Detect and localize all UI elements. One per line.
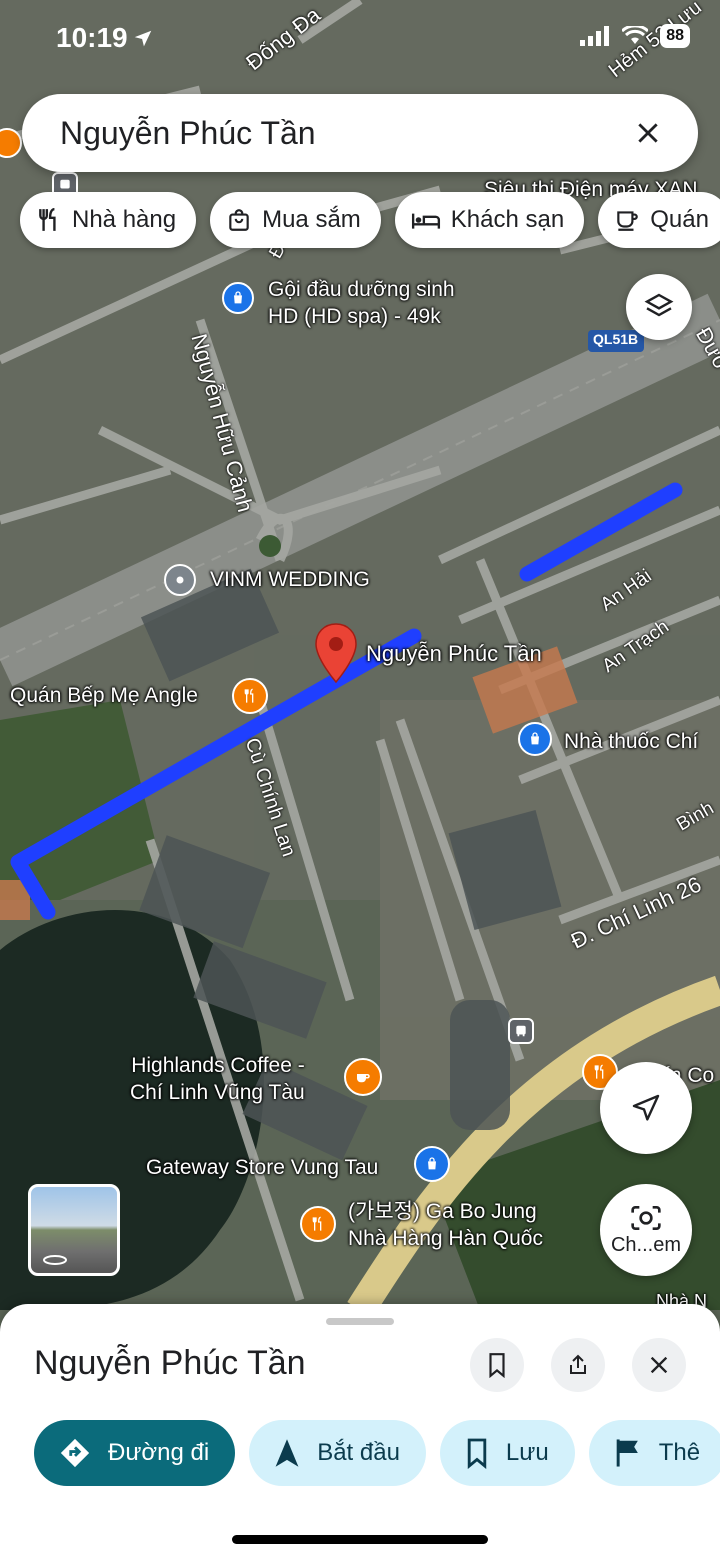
close-sheet-button[interactable] bbox=[632, 1338, 686, 1392]
cafe-pin-icon[interactable] bbox=[344, 1058, 382, 1096]
status-time: 10:19 bbox=[56, 22, 128, 53]
chip-restaurants[interactable]: Nhà hàng bbox=[20, 192, 197, 248]
wifi-icon bbox=[622, 26, 649, 44]
navigation-arrow-icon bbox=[275, 1439, 299, 1467]
camera-label: Ch...em bbox=[610, 1233, 682, 1256]
save-label: Lưu bbox=[505, 1439, 549, 1466]
battery-indicator: 88 bbox=[660, 24, 690, 48]
place-label-goi-dau[interactable]: Gội đầu dưỡng sinh HD (HD spa) - 49k bbox=[268, 276, 455, 331]
start-button[interactable]: Bắt đầu bbox=[249, 1420, 426, 1486]
highway-badge-ql51b: QL51B bbox=[593, 331, 639, 347]
chip-label: Nhà hàng bbox=[72, 206, 177, 233]
place-label-highlands[interactable]: Highlands Coffee - Chí Linh Vũng Tàu bbox=[130, 1052, 305, 1107]
directions-icon bbox=[60, 1438, 90, 1468]
shopping-bag-icon bbox=[229, 209, 249, 231]
my-location-button[interactable] bbox=[600, 1062, 692, 1154]
pharmacy-pin-icon[interactable] bbox=[518, 722, 552, 756]
flag-icon bbox=[616, 1439, 638, 1467]
chip-label: Mua sắm bbox=[262, 206, 361, 233]
share-button[interactable] bbox=[551, 1338, 605, 1392]
bus-stop-icon[interactable] bbox=[508, 1018, 534, 1044]
navigation-arrow-icon bbox=[632, 1094, 660, 1121]
chip-label: Quán bbox=[650, 206, 709, 233]
start-label: Bắt đầu bbox=[317, 1439, 400, 1466]
store-pin-icon[interactable] bbox=[414, 1146, 450, 1182]
place-pin-icon[interactable] bbox=[164, 564, 196, 596]
directions-button[interactable]: Đường đi bbox=[34, 1420, 236, 1486]
layers-icon bbox=[644, 293, 674, 317]
place-bottom-sheet[interactable]: Nguyễn Phúc Tần Đường đi Bắt đầu Lưu Thê bbox=[0, 1304, 720, 1557]
home-indicator[interactable] bbox=[232, 1535, 488, 1544]
chip-shopping[interactable]: Mua sắm bbox=[210, 192, 381, 248]
close-icon bbox=[650, 1356, 668, 1374]
add-label-button[interactable]: Thê bbox=[588, 1420, 720, 1486]
bookmark-icon bbox=[467, 1438, 487, 1469]
place-label-gabojung[interactable]: (가보정) Ga Bo Jung Nhà Hàng Hàn Quốc bbox=[348, 1198, 543, 1253]
search-input[interactable]: Nguyễn Phúc Tần bbox=[60, 115, 620, 152]
location-arrow-icon bbox=[134, 30, 152, 47]
selected-location-pin-icon[interactable] bbox=[314, 622, 358, 684]
sheet-drag-handle[interactable] bbox=[326, 1318, 394, 1325]
cup-icon bbox=[617, 211, 639, 231]
restaurant-pin-icon-korean[interactable] bbox=[300, 1206, 336, 1242]
search-bar[interactable]: Nguyễn Phúc Tần bbox=[22, 94, 698, 172]
camera-lens-icon bbox=[631, 1205, 661, 1230]
chip-label: Khách sạn bbox=[450, 206, 565, 233]
place-label-gateway[interactable]: Gateway Store Vung Tau bbox=[146, 1154, 378, 1181]
action-buttons: Đường đi Bắt đầu Lưu Thê bbox=[34, 1420, 720, 1486]
status-bar: 10:19 88 bbox=[0, 0, 720, 80]
place-title: Nguyễn Phúc Tần bbox=[34, 1344, 306, 1382]
bookmark-icon bbox=[489, 1353, 505, 1378]
clear-search-button[interactable] bbox=[620, 105, 676, 161]
street-view-thumbnail[interactable] bbox=[28, 1184, 120, 1276]
place-label-selected[interactable]: Nguyễn Phúc Tần bbox=[366, 640, 542, 669]
rotate-360-icon bbox=[43, 1255, 67, 1265]
chip-cafe[interactable]: Quán bbox=[598, 192, 720, 248]
chip-hotels[interactable]: Khách sạn bbox=[394, 192, 585, 248]
fork-knife-icon bbox=[39, 207, 56, 231]
signal-icon bbox=[580, 26, 610, 46]
directions-label: Đường đi bbox=[108, 1439, 210, 1466]
shopping-pin-icon[interactable] bbox=[222, 282, 254, 314]
bed-icon bbox=[411, 213, 440, 229]
camera-search-button[interactable]: Ch...em bbox=[600, 1184, 692, 1276]
close-icon bbox=[638, 123, 658, 143]
save-button[interactable]: Lưu bbox=[439, 1420, 575, 1486]
add-label-text: Thê bbox=[658, 1439, 701, 1466]
save-bookmark-button[interactable] bbox=[470, 1338, 524, 1392]
share-icon bbox=[570, 1354, 586, 1374]
category-chips: Nhà hàng Mua sắm Khách sạn Quán bbox=[20, 192, 720, 248]
restaurant-pin-icon[interactable] bbox=[232, 678, 268, 714]
place-label-nha-thuoc[interactable]: Nhà thuốc Chí bbox=[564, 728, 698, 755]
place-label-vinm-wedding[interactable]: VINM WEDDING bbox=[210, 566, 370, 593]
layers-button[interactable] bbox=[626, 274, 692, 340]
place-label-quan-bep[interactable]: Quán Bếp Mẹ Angle bbox=[10, 682, 198, 709]
